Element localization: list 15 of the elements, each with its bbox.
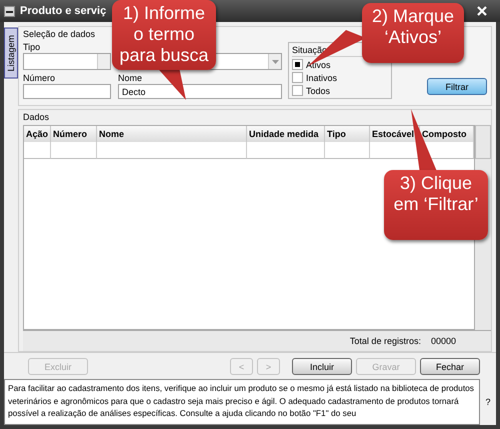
- field-label: Número: [23, 73, 56, 84]
- total-label: Total de registros:: [350, 336, 421, 346]
- callout-bubble: 1) Informe o termo para busca: [112, 0, 216, 70]
- checkbox-label: Inativos: [306, 72, 338, 82]
- callout-bubble: 2) Marque ‘Ativos’: [362, 3, 464, 63]
- total-count: 00000: [430, 336, 456, 346]
- section-title: Seleção de dados: [23, 29, 96, 39]
- field-label: Nome: [118, 73, 144, 84]
- callout-bubble: 3) Clique em ‘Filtrar’: [384, 170, 488, 240]
- checkbox-label: Todos: [306, 86, 330, 96]
- field-label: Tipo: [23, 42, 42, 53]
- checkbox-label: Ativos: [306, 60, 331, 70]
- section-title: Dados: [23, 112, 50, 122]
- window-title: Produto e serviç: [20, 5, 106, 17]
- hint-text: Para facilitar ao cadastramento dos itens, verifique ao incluir um produto se o mesmo já está listado na biblioteca de produtos veterinários e agronômicos para que o cadastro seja mais preciso e ágil. O adequado cadastramento de produtos tornará possível a realização de análises específicas. Consulte a ajuda clicando no botão "F1" do seu: [4, 379, 480, 425]
